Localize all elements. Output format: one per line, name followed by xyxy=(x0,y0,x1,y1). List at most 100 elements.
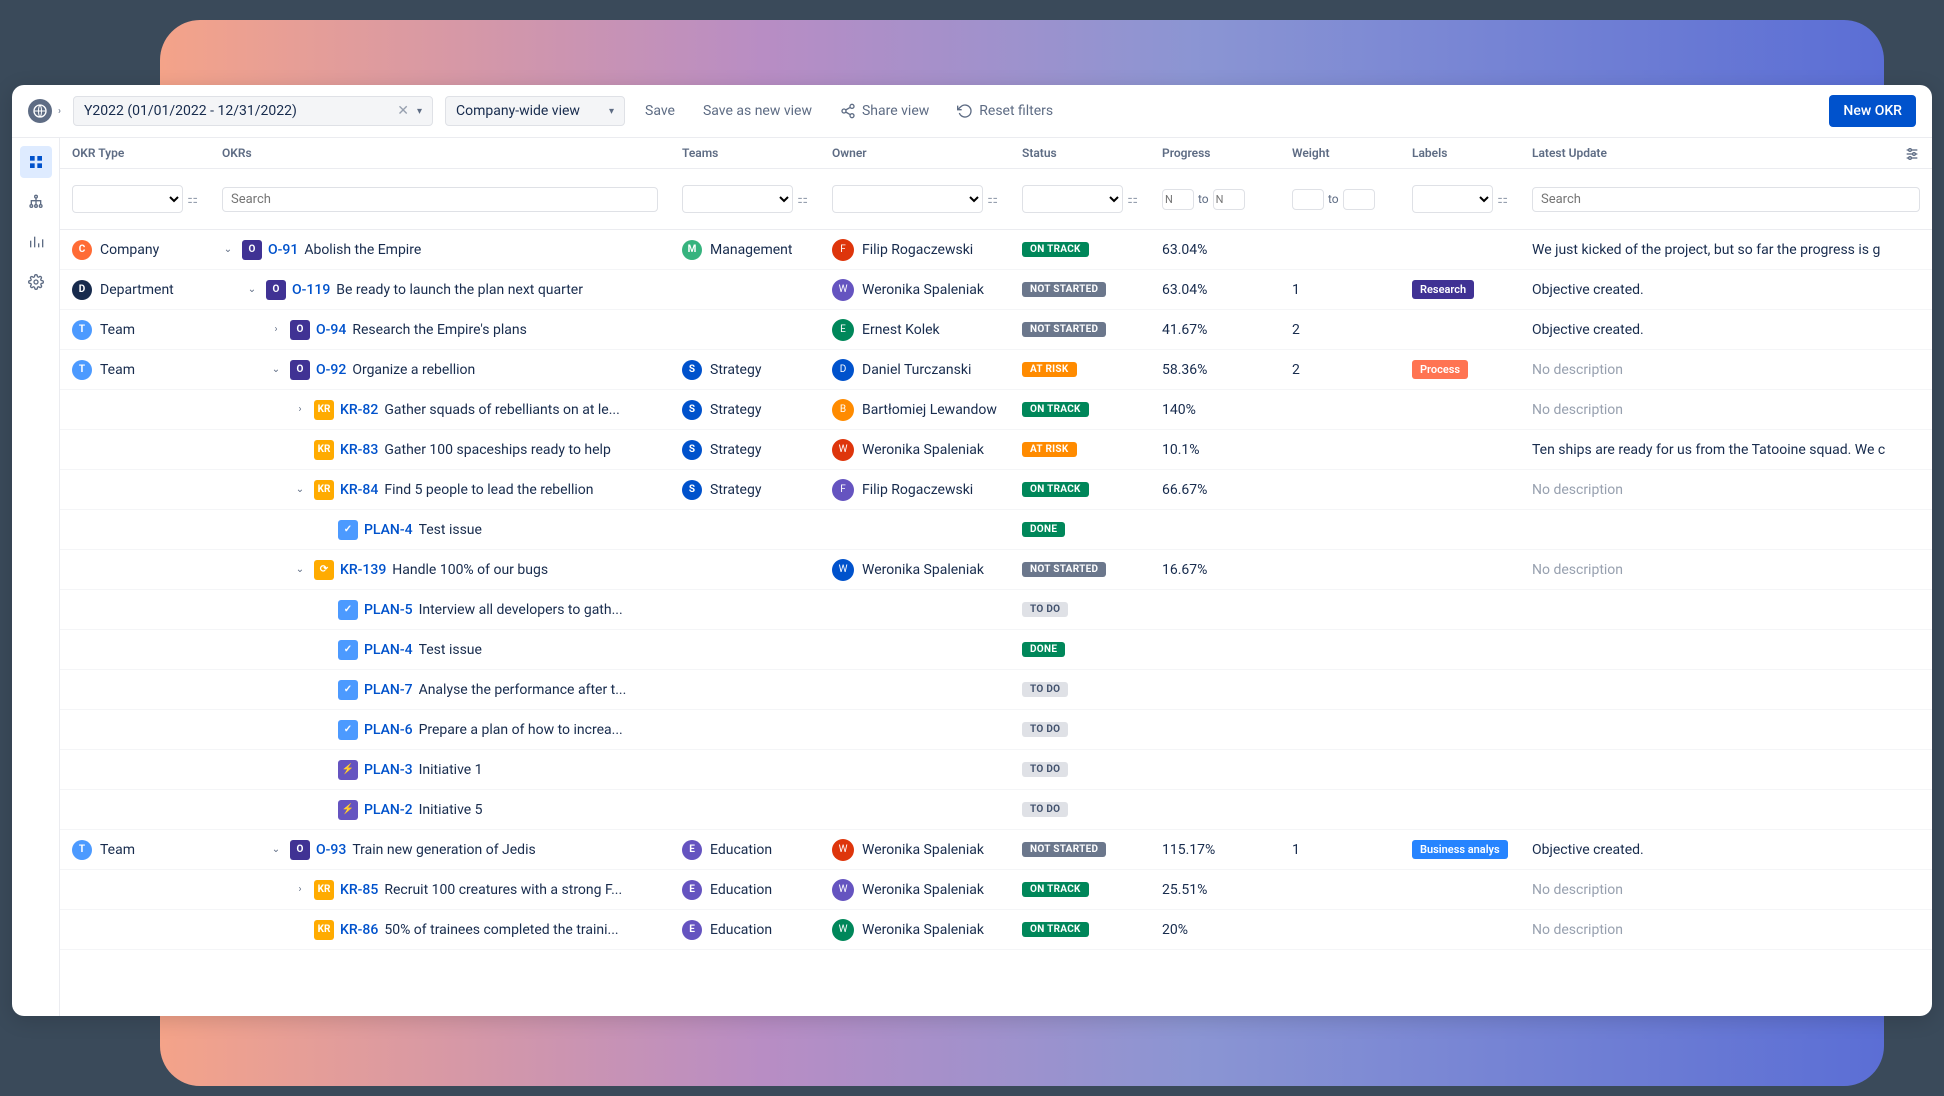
table-row[interactable]: TTeam›OO-94Research the Empire's plansEE… xyxy=(60,310,1932,350)
expand-chevron-icon[interactable]: ⌄ xyxy=(294,564,306,575)
expand-chevron-icon[interactable]: › xyxy=(270,324,282,335)
label-chip[interactable]: Process xyxy=(1412,360,1468,379)
owner-avatar: E xyxy=(832,319,854,341)
filter-icon[interactable]: ⚏ xyxy=(797,192,808,206)
header-okrs[interactable]: OKRs xyxy=(210,138,670,168)
okr-key-link[interactable]: PLAN-5 xyxy=(364,602,413,618)
table-row[interactable]: ✓PLAN-5Interview all developers to gath.… xyxy=(60,590,1932,630)
view-dropdown[interactable]: Company-wide view ▾ xyxy=(445,96,625,126)
owner-avatar: F xyxy=(832,239,854,261)
table-row[interactable]: TTeam⌄OO-92Organize a rebellionSStrategy… xyxy=(60,350,1932,390)
table-row[interactable]: KRKR-83Gather 100 spaceships ready to he… xyxy=(60,430,1932,470)
grid-view-icon[interactable] xyxy=(20,146,52,178)
label-chip[interactable]: Research xyxy=(1412,280,1474,299)
header-type[interactable]: OKR Type xyxy=(60,138,210,168)
header-teams[interactable]: Teams xyxy=(670,138,820,168)
progress-value xyxy=(1150,630,1280,669)
table-row[interactable]: ✓PLAN-6Prepare a plan of how to increa..… xyxy=(60,710,1932,750)
chart-icon[interactable] xyxy=(20,226,52,258)
filter-icon[interactable]: ⚏ xyxy=(187,192,198,206)
filter-icon[interactable]: ⚏ xyxy=(1497,192,1508,206)
weight-value xyxy=(1280,550,1400,589)
header-progress[interactable]: Progress xyxy=(1150,138,1280,168)
save-as-button[interactable]: Save as new view xyxy=(695,99,820,123)
reset-filters-button[interactable]: Reset filters xyxy=(949,99,1061,123)
okr-title: Find 5 people to lead the rebellion xyxy=(384,482,593,498)
share-button[interactable]: Share view xyxy=(832,99,937,123)
table-row[interactable]: ⚡PLAN-2Initiative 5TO DO xyxy=(60,790,1932,830)
okr-key-link[interactable]: PLAN-6 xyxy=(364,722,413,738)
okr-key-link[interactable]: O-93 xyxy=(316,842,346,858)
okr-key-link[interactable]: O-94 xyxy=(316,322,346,338)
okr-key-link[interactable]: PLAN-3 xyxy=(364,762,413,778)
okr-key-link[interactable]: KR-85 xyxy=(340,882,378,898)
table-row[interactable]: ⌄⟳KR-139Handle 100% of our bugsWWeronika… xyxy=(60,550,1932,590)
table-row[interactable]: ⌄KRKR-84Find 5 people to lead the rebell… xyxy=(60,470,1932,510)
filter-okrs[interactable] xyxy=(222,187,658,212)
header-status[interactable]: Status xyxy=(1010,138,1150,168)
okr-type-icon: O xyxy=(242,240,262,260)
okr-key-link[interactable]: O-91 xyxy=(268,242,298,258)
okr-key-link[interactable]: KR-84 xyxy=(340,482,378,498)
okr-key-link[interactable]: O-92 xyxy=(316,362,346,378)
header-weight[interactable]: Weight xyxy=(1280,138,1400,168)
filter-type[interactable] xyxy=(72,185,183,213)
expand-chevron-icon[interactable]: ⌄ xyxy=(294,484,306,495)
table-row[interactable]: TTeam⌄OO-93Train new generation of Jedis… xyxy=(60,830,1932,870)
okr-key-link[interactable]: PLAN-2 xyxy=(364,802,413,818)
chevron-right-icon[interactable]: › xyxy=(58,106,61,117)
header-labels[interactable]: Labels xyxy=(1400,138,1520,168)
period-dropdown[interactable]: Y2022 (01/01/2022 - 12/31/2022) ✕ ▾ xyxy=(73,96,433,126)
filter-teams[interactable] xyxy=(682,185,793,213)
expand-chevron-icon[interactable]: ⌄ xyxy=(222,244,234,255)
table-row[interactable]: ›KRKR-82Gather squads of rebelliants on … xyxy=(60,390,1932,430)
filter-status[interactable] xyxy=(1022,185,1123,213)
toolbar: › Y2022 (01/01/2022 - 12/31/2022) ✕ ▾ Co… xyxy=(12,85,1932,138)
expand-chevron-icon[interactable]: ⌄ xyxy=(270,844,282,855)
expand-chevron-icon[interactable]: ⌄ xyxy=(270,364,282,375)
okr-key-link[interactable]: KR-82 xyxy=(340,402,378,418)
okr-key-link[interactable]: O-119 xyxy=(292,282,330,298)
progress-to[interactable] xyxy=(1213,189,1245,210)
team-name: Strategy xyxy=(710,402,761,418)
filter-icon[interactable]: ⚏ xyxy=(987,192,998,206)
filter-owner[interactable] xyxy=(832,185,983,213)
progress-from[interactable] xyxy=(1162,189,1194,210)
weight-from[interactable] xyxy=(1292,189,1324,210)
filter-icon[interactable]: ⚏ xyxy=(1127,192,1138,206)
label-chip[interactable]: Business analys xyxy=(1412,840,1508,859)
table-row[interactable]: ⚡PLAN-3Initiative 1TO DO xyxy=(60,750,1932,790)
column-settings-icon[interactable] xyxy=(1904,146,1920,166)
settings-icon[interactable] xyxy=(20,266,52,298)
weight-to[interactable] xyxy=(1343,189,1375,210)
table-row[interactable]: ✓PLAN-4Test issueDONE xyxy=(60,510,1932,550)
filter-labels[interactable] xyxy=(1412,185,1493,213)
new-okr-button[interactable]: New OKR xyxy=(1829,95,1916,127)
save-button[interactable]: Save xyxy=(637,99,683,123)
okr-key-link[interactable]: KR-86 xyxy=(340,922,378,938)
okr-key-link[interactable]: KR-83 xyxy=(340,442,378,458)
table-row[interactable]: ›KRKR-85Recruit 100 creatures with a str… xyxy=(60,870,1932,910)
hierarchy-icon[interactable] xyxy=(20,186,52,218)
table-row[interactable]: CCompany⌄OO-91Abolish the EmpireMManagem… xyxy=(60,230,1932,270)
okr-key-link[interactable]: PLAN-4 xyxy=(364,522,413,538)
okr-key-link[interactable]: PLAN-4 xyxy=(364,642,413,658)
header-owner[interactable]: Owner xyxy=(820,138,1010,168)
table-row[interactable]: ✓PLAN-7Analyse the performance after t..… xyxy=(60,670,1932,710)
owner-avatar: W xyxy=(832,919,854,941)
status-badge: ON TRACK xyxy=(1022,242,1089,257)
okr-key-link[interactable]: KR-139 xyxy=(340,562,386,578)
clear-icon[interactable]: ✕ xyxy=(397,103,409,119)
team-name: Education xyxy=(710,922,772,938)
header-update[interactable]: Latest Update xyxy=(1520,138,1932,168)
table-row[interactable]: DDepartment⌄OO-119Be ready to launch the… xyxy=(60,270,1932,310)
expand-chevron-icon[interactable]: › xyxy=(294,404,306,415)
expand-chevron-icon[interactable]: › xyxy=(294,884,306,895)
progress-value xyxy=(1150,790,1280,829)
type-badge: D xyxy=(72,280,92,300)
table-row[interactable]: KRKR-8650% of trainees completed the tra… xyxy=(60,910,1932,950)
expand-chevron-icon[interactable]: ⌄ xyxy=(246,284,258,295)
filter-update[interactable] xyxy=(1532,187,1920,212)
okr-key-link[interactable]: PLAN-7 xyxy=(364,682,413,698)
table-row[interactable]: ✓PLAN-4Test issueDONE xyxy=(60,630,1932,670)
